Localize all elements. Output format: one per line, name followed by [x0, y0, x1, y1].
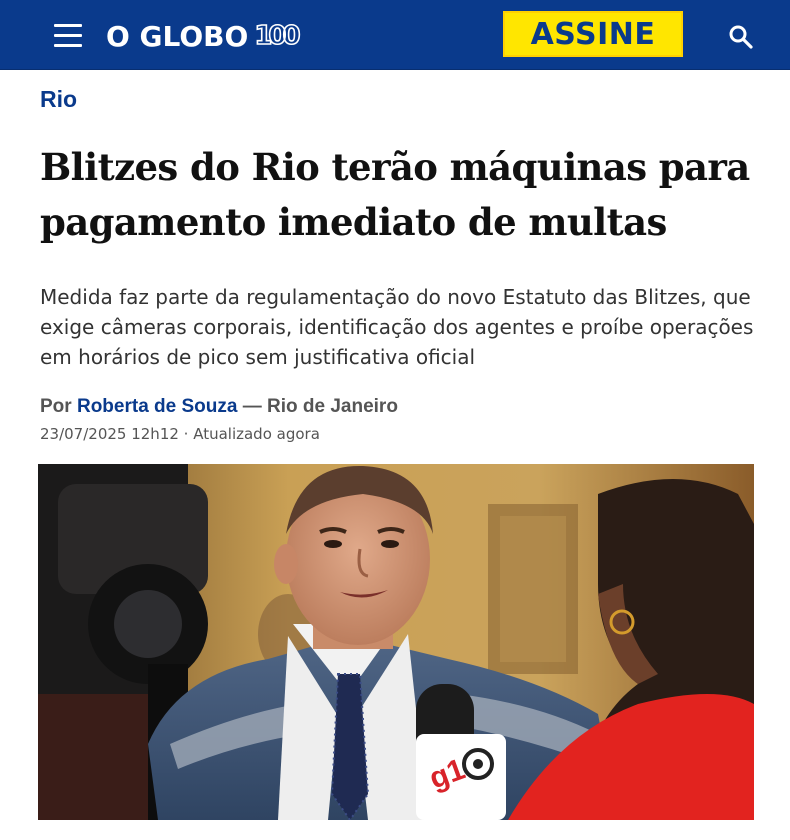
section-label[interactable]: Rio [40, 86, 77, 113]
publish-timestamp: 23/07/2025 12h12 · Atualizado agora [40, 425, 320, 443]
byline-prefix: Por [40, 396, 72, 417]
byline-location: — Rio de Janeiro [242, 396, 398, 417]
logo-100-anniversary: 100 [254, 20, 302, 52]
subscribe-button[interactable]: ASSINE [503, 11, 683, 57]
search-icon[interactable] [728, 24, 754, 50]
byline: Por Roberta de Souza — Rio de Janeiro [40, 396, 398, 418]
article-subtitle: Medida faz parte da regulamentação do no… [40, 285, 754, 369]
top-navigation-bar: O GLOBO 100 ASSINE [0, 0, 790, 70]
article-headline: Blitzes do Rio terão máquinas para pagam… [40, 145, 750, 244]
hamburger-menu-icon[interactable] [54, 24, 82, 48]
article-main-photo: g1 [38, 464, 754, 820]
o-globo-logo[interactable]: O GLOBO 100 [106, 18, 302, 54]
logo-text: O GLOBO [106, 19, 249, 53]
author-link[interactable]: Roberta de Souza [77, 396, 237, 417]
